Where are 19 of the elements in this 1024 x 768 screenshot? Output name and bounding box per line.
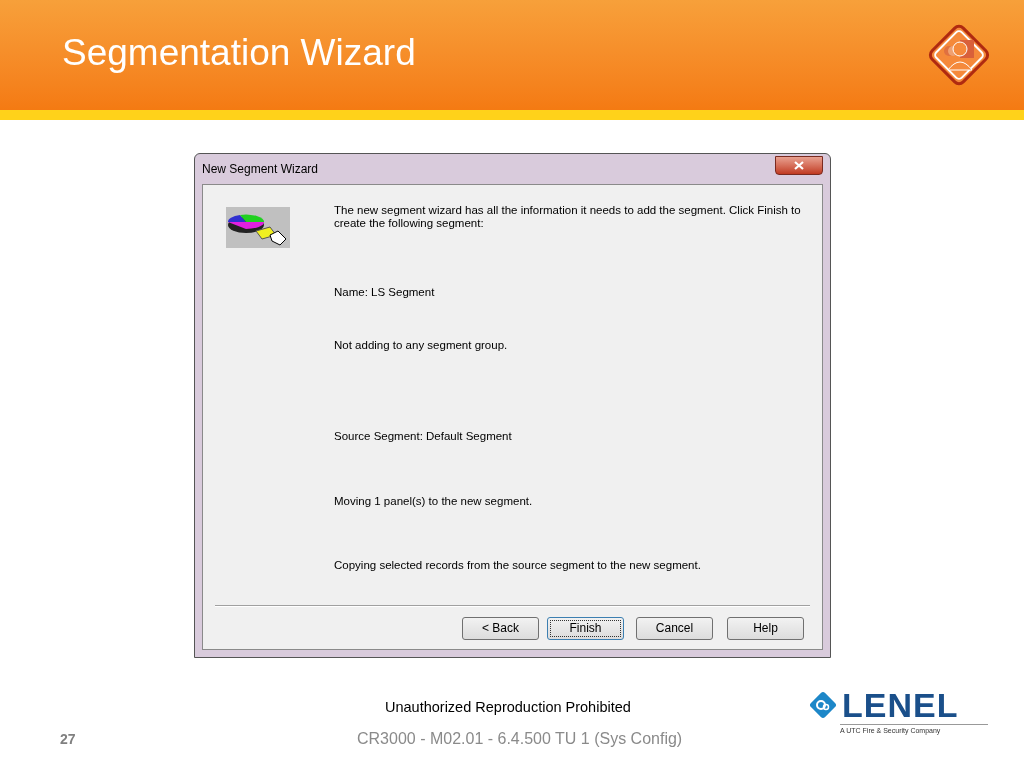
window-title: New Segment Wizard — [202, 161, 319, 178]
summary-text: Copying selected records from the source segment to the new segment. — [334, 559, 702, 572]
summary-text: Source Segment: Default Segment — [334, 430, 513, 443]
dialog-button[interactable]: Cancel — [636, 616, 713, 640]
dialog-button[interactable]: Help — [727, 616, 804, 640]
summary-text: Not adding to any segment group. — [334, 339, 509, 352]
logo-wordmark: LENEL — [842, 688, 959, 722]
course-code: CR3000 - M02.01 - 6.4.500 TU 1 (Sys Config) — [357, 729, 683, 749]
slide-title: Segmentation Wizard — [62, 31, 416, 76]
pie-chart-hand-icon — [226, 207, 290, 248]
summary-text: The new segment wizard has all the information it needs to add the segment. Click Finish to create the following segment: — [334, 204, 802, 230]
close-icon — [794, 160, 804, 170]
dialog-button[interactable]: Finish — [547, 616, 624, 640]
slide-number: 27 — [60, 730, 76, 749]
notice-text: Unauthorized Reproduction Prohibited — [385, 698, 631, 717]
close-button[interactable] — [775, 155, 823, 175]
summary-text: Name: LS Segment — [334, 286, 436, 299]
dialog-button[interactable]: < Back — [462, 616, 539, 640]
summary-text: Moving 1 panel(s) to the new segment. — [334, 495, 534, 508]
